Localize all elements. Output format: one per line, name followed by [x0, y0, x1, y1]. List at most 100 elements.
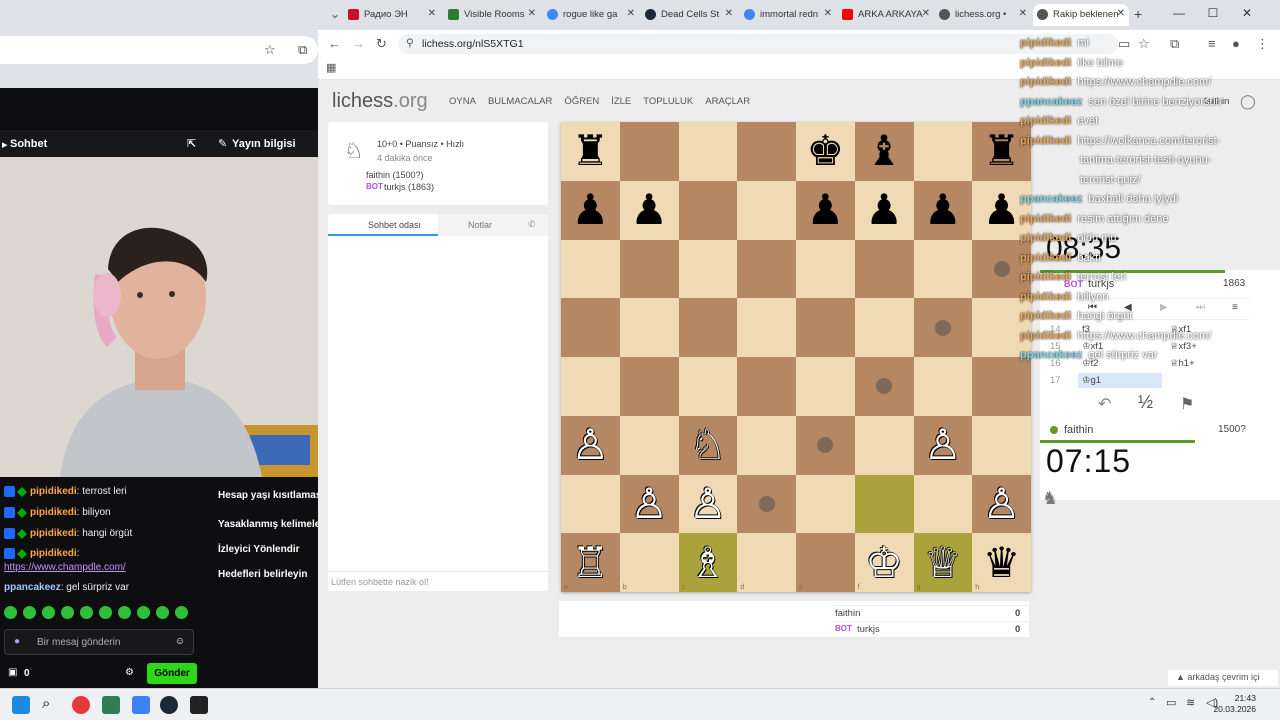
- next-move-icon[interactable]: ▶: [1160, 302, 1168, 313]
- black-piece[interactable]: ♟: [924, 189, 962, 231]
- board-square[interactable]: [678, 239, 738, 299]
- board-square[interactable]: [913, 239, 973, 299]
- white-piece[interactable]: ♘: [689, 424, 727, 466]
- my-name[interactable]: faithin: [1064, 424, 1093, 436]
- tool-set-goals[interactable]: Hedefleri belirleyin: [218, 569, 307, 580]
- board-square[interactable]: ♖ a: [561, 533, 620, 592]
- emote-icon[interactable]: [80, 606, 93, 619]
- board-square[interactable]: [737, 122, 796, 181]
- board-square[interactable]: [913, 357, 973, 416]
- tab[interactable]: rogue like ga ✕: [543, 4, 639, 26]
- user-avatar-icon[interactable]: ◯: [1240, 93, 1256, 110]
- board-square[interactable]: ♙: [561, 415, 620, 475]
- black-piece[interactable]: ♝: [865, 130, 903, 172]
- board-square[interactable]: ♟: [561, 180, 620, 240]
- site-info-icon[interactable]: ⚲: [406, 37, 414, 49]
- score-player-name[interactable]: faithin: [835, 608, 860, 619]
- chat-link[interactable]: https://www.champdle.com/: [4, 562, 126, 573]
- board-square[interactable]: [737, 180, 796, 240]
- emote-icon[interactable]: [61, 606, 74, 619]
- last-move-icon[interactable]: ⏭: [1196, 302, 1205, 313]
- prev-move-icon[interactable]: ◀: [1124, 302, 1132, 313]
- board-square[interactable]: [737, 239, 796, 299]
- white-piece[interactable]: ♗: [689, 541, 727, 584]
- network-icon[interactable]: ▭: [1166, 696, 1176, 709]
- board-square[interactable]: [619, 122, 679, 181]
- black-piece[interactable]: ♟: [865, 189, 903, 231]
- extensions-icon[interactable]: ⧉: [1170, 36, 1179, 52]
- board-square[interactable]: [678, 357, 738, 416]
- tool-account-age[interactable]: Hesap yaşı kısıtlaması: [218, 490, 324, 501]
- board-square[interactable]: ♟: [913, 180, 973, 240]
- menu-tools[interactable]: ARAÇLAR: [705, 96, 750, 107]
- board-square[interactable]: [619, 357, 679, 416]
- apps-grid-icon[interactable]: ▦: [326, 61, 336, 74]
- menu-puzzles[interactable]: BULMACALAR: [488, 96, 552, 107]
- board-square[interactable]: ♜: [972, 122, 1031, 181]
- board-square[interactable]: [561, 357, 620, 416]
- board-square[interactable]: [678, 298, 738, 357]
- board-square[interactable]: ♕ g: [913, 533, 973, 592]
- board-square[interactable]: ♟: [619, 180, 679, 240]
- search-icon[interactable]: ⌕: [42, 695, 50, 712]
- white-piece[interactable]: ♖: [572, 541, 610, 584]
- menu-kebab-icon[interactable]: ⋮: [1256, 36, 1269, 52]
- reload-icon[interactable]: ↻: [376, 36, 387, 52]
- board-square[interactable]: [854, 415, 914, 475]
- phone-icon[interactable]: ✆: [528, 219, 536, 230]
- close-window-icon[interactable]: ✕: [1230, 6, 1264, 20]
- first-move-icon[interactable]: ⏮: [1088, 302, 1097, 313]
- black-piece[interactable]: ♟: [807, 189, 845, 231]
- new-tab-icon[interactable]: +: [1134, 6, 1142, 22]
- tab-chat-room[interactable]: Sohbet odası: [328, 214, 438, 236]
- move-white[interactable]: ♔f2: [1082, 358, 1098, 369]
- board-square[interactable]: ♟: [796, 180, 855, 240]
- board-square[interactable]: ♗ c: [678, 533, 738, 592]
- cast-icon[interactable]: ▭: [1118, 36, 1130, 52]
- close-tab-icon[interactable]: ✕: [824, 8, 832, 19]
- friends-online[interactable]: ▲ arkadaş çevrim içi: [1168, 670, 1278, 686]
- board-square[interactable]: [854, 298, 914, 357]
- minimize-icon[interactable]: —: [1162, 6, 1196, 20]
- close-tab-icon[interactable]: ✕: [528, 8, 536, 19]
- tool-banned-words[interactable]: Yasaklanmış kelimeler: [218, 519, 324, 530]
- epic-games-icon[interactable]: [190, 696, 208, 714]
- black-piece[interactable]: ♜: [572, 130, 610, 172]
- white-piece[interactable]: ♕: [924, 541, 962, 584]
- emote-icon[interactable]: [137, 606, 150, 619]
- forward-icon[interactable]: →: [352, 36, 365, 51]
- board-square[interactable]: [619, 239, 679, 299]
- board-square[interactable]: [972, 415, 1031, 475]
- board-square[interactable]: [913, 122, 973, 181]
- move-black[interactable]: ♕xf1: [1170, 324, 1191, 335]
- close-tab-icon[interactable]: ✕: [428, 8, 436, 19]
- info-header[interactable]: Yayın bilgisi: [232, 138, 296, 150]
- back-icon[interactable]: ←: [328, 36, 341, 51]
- board-square[interactable]: ♘: [678, 415, 738, 475]
- board-square[interactable]: [737, 474, 796, 534]
- black-piece[interactable]: ♟: [572, 189, 610, 231]
- takeback-icon[interactable]: ↶: [1098, 394, 1111, 414]
- white-piece[interactable]: ♙: [630, 482, 668, 525]
- chat-username[interactable]: ppancakeez: [4, 582, 61, 593]
- board-square[interactable]: [796, 474, 855, 534]
- black-piece[interactable]: ♛: [983, 541, 1021, 584]
- resign-flag-icon[interactable]: ⚑: [1180, 394, 1194, 414]
- legal-move-dot[interactable]: [993, 260, 1010, 277]
- tray-chevron-icon[interactable]: ⌃: [1148, 697, 1156, 708]
- emote-icon[interactable]: [118, 606, 131, 619]
- board-square[interactable]: [913, 298, 973, 357]
- chat-input[interactable]: Lütfen sohbette nazik ol!: [328, 571, 548, 591]
- board-square[interactable]: ♔ f: [854, 533, 914, 592]
- board-square[interactable]: [854, 239, 914, 299]
- chat-header[interactable]: Sohbet: [10, 138, 47, 150]
- board-square[interactable]: [796, 298, 855, 357]
- board-square[interactable]: [737, 298, 796, 357]
- score-player-name[interactable]: turkjs: [857, 624, 880, 635]
- windows-start-icon[interactable]: [12, 696, 30, 714]
- mic-icon[interactable]: ●: [14, 636, 20, 647]
- board-square[interactable]: [972, 298, 1031, 357]
- chat-message-input[interactable]: ● Bir mesaj gönderin ☺: [4, 629, 194, 655]
- menu-community[interactable]: TOPLULUK: [643, 96, 693, 107]
- popout-icon[interactable]: ⇱: [187, 137, 196, 150]
